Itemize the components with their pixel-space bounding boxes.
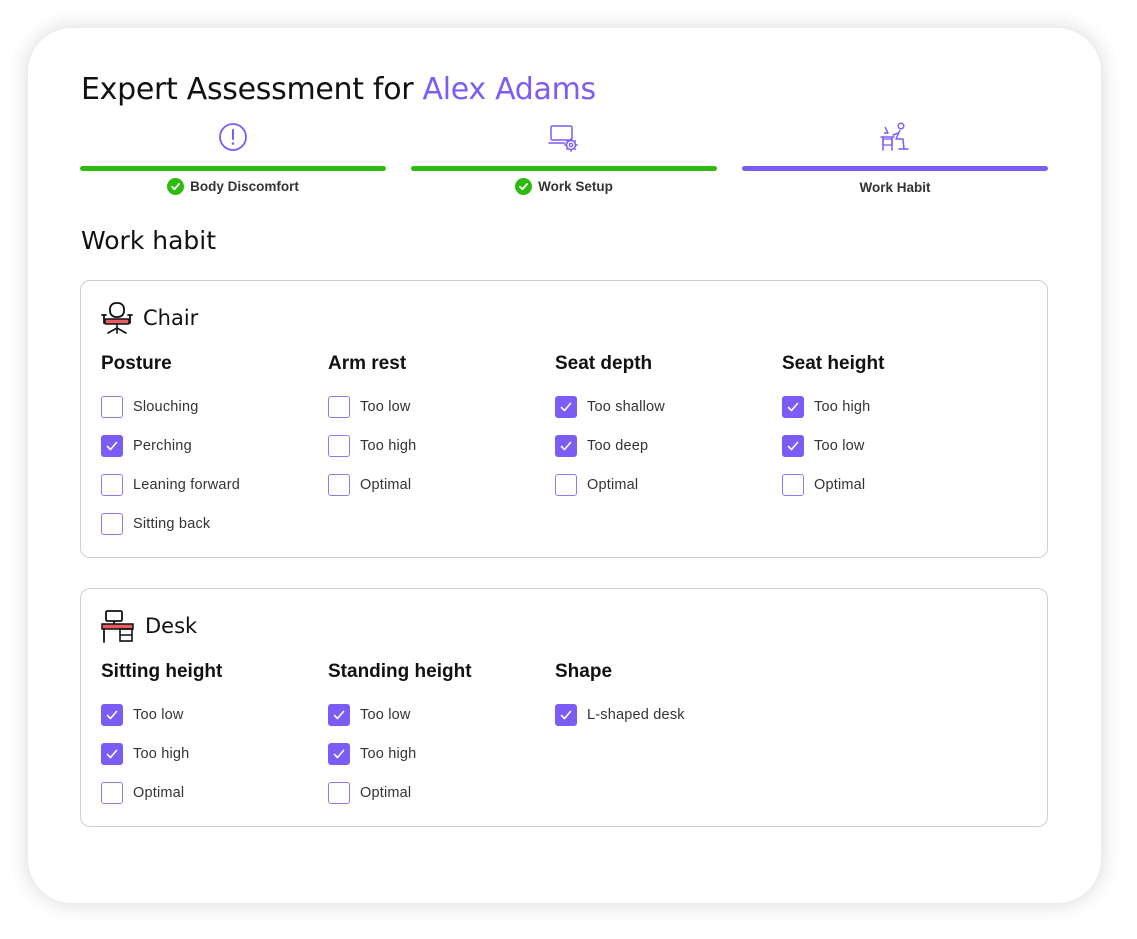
group-title: Arm rest (328, 353, 407, 374)
option-label: Slouching (133, 399, 199, 415)
checkbox[interactable] (101, 474, 123, 496)
checkbox[interactable] (555, 474, 577, 496)
option-sitting-back[interactable]: Sitting back (101, 512, 321, 536)
option-label: Optimal (814, 477, 866, 493)
chair-panel: Chair Posture Slouching Perching Leaning… (80, 280, 1048, 558)
checkbox[interactable] (328, 704, 350, 726)
option-too-deep[interactable]: Too deep (555, 434, 775, 458)
option-label: Too deep (587, 438, 649, 454)
checkbox[interactable] (328, 396, 350, 418)
group-title: Seat depth (555, 353, 653, 374)
checkbox[interactable] (555, 704, 577, 726)
checkbox[interactable] (328, 782, 350, 804)
check-circle-icon (515, 178, 533, 195)
option-label: Optimal (133, 785, 185, 801)
option-optimal[interactable]: Optimal (555, 473, 775, 497)
checkbox[interactable] (328, 743, 350, 765)
checkbox[interactable] (101, 782, 123, 804)
arm-rest-group: Arm rest Too low Too high Optimal (328, 353, 548, 512)
checkbox[interactable] (101, 396, 123, 418)
option-label: L-shaped desk (587, 707, 685, 723)
client-name: Alex Adams (422, 72, 597, 107)
option-l-shaped-desk[interactable]: L-shaped desk (555, 703, 775, 727)
step-work-setup[interactable]: Work Setup (411, 118, 717, 200)
option-label: Too low (360, 399, 411, 415)
step-label: Work Habit (859, 180, 931, 195)
option-label: Leaning forward (133, 477, 240, 493)
option-label: Sitting back (133, 516, 211, 532)
seat-height-group: Seat height Too high Too low Optimal (782, 353, 1002, 512)
option-too-high[interactable]: Too high (328, 742, 548, 766)
option-optimal[interactable]: Optimal (328, 473, 548, 497)
section-title: Work habit (81, 226, 217, 255)
desk-panel: Desk Sitting height Too low Too high Opt… (80, 588, 1048, 827)
option-label: Too shallow (587, 399, 665, 415)
checkbox[interactable] (101, 743, 123, 765)
option-label: Too low (133, 707, 184, 723)
desk-icon (101, 610, 134, 643)
option-too-low[interactable]: Too low (328, 703, 548, 727)
checkbox[interactable] (782, 396, 804, 418)
option-optimal[interactable]: Optimal (328, 781, 548, 805)
group-title: Posture (101, 353, 172, 374)
option-label: Too low (360, 707, 411, 723)
group-title: Shape (555, 661, 613, 682)
option-label: Too high (814, 399, 871, 415)
option-too-high[interactable]: Too high (782, 395, 1002, 419)
alert-circle-icon (219, 123, 247, 151)
office-chair-icon (101, 302, 133, 334)
checkbox[interactable] (555, 435, 577, 457)
page-title: Expert Assessment for Alex Adams (81, 72, 596, 107)
group-title: Sitting height (101, 661, 223, 682)
option-too-low[interactable]: Too low (328, 395, 548, 419)
option-label: Optimal (360, 785, 412, 801)
person-at-desk-icon (880, 122, 909, 151)
checkbox[interactable] (782, 435, 804, 457)
step-progress-bar (742, 166, 1048, 171)
option-label: Perching (133, 438, 192, 454)
standing-height-group: Standing height Too low Too high Optimal (328, 661, 548, 820)
option-leaning-forward[interactable]: Leaning forward (101, 473, 321, 497)
option-label: Too high (133, 746, 190, 762)
step-body-discomfort[interactable]: Body Discomfort (80, 118, 386, 200)
option-optimal[interactable]: Optimal (782, 473, 1002, 497)
option-slouching[interactable]: Slouching (101, 395, 321, 419)
option-label: Too high (360, 438, 417, 454)
group-title: Seat height (782, 353, 885, 374)
option-label: Too high (360, 746, 417, 762)
title-prefix: Expert Assessment for (81, 72, 423, 107)
checkbox[interactable] (101, 435, 123, 457)
option-too-high[interactable]: Too high (101, 742, 321, 766)
checkbox[interactable] (328, 474, 350, 496)
step-work-habit[interactable]: Work Habit (742, 118, 1048, 200)
panel-title: Chair (143, 306, 199, 330)
step-label: Work Setup (538, 179, 613, 194)
option-label: Optimal (360, 477, 412, 493)
option-optimal[interactable]: Optimal (101, 781, 321, 805)
check-circle-icon (167, 178, 185, 195)
checkbox[interactable] (555, 396, 577, 418)
option-perching[interactable]: Perching (101, 434, 321, 458)
checkbox[interactable] (328, 435, 350, 457)
option-label: Optimal (587, 477, 639, 493)
group-title: Standing height (328, 661, 472, 682)
option-label: Too low (814, 438, 865, 454)
shape-group: Shape L-shaped desk (555, 661, 775, 742)
checkbox[interactable] (101, 513, 123, 535)
posture-group: Posture Slouching Perching Leaning forwa… (101, 353, 321, 551)
step-label: Body Discomfort (190, 179, 299, 194)
checkbox[interactable] (782, 474, 804, 496)
option-too-low[interactable]: Too low (101, 703, 321, 727)
step-progress-bar (411, 166, 717, 171)
sitting-height-group: Sitting height Too low Too high Optimal (101, 661, 321, 820)
seat-depth-group: Seat depth Too shallow Too deep Optimal (555, 353, 775, 512)
laptop-settings-icon (548, 125, 578, 152)
option-too-shallow[interactable]: Too shallow (555, 395, 775, 419)
checkbox[interactable] (101, 704, 123, 726)
panel-title: Desk (145, 614, 198, 638)
option-too-low[interactable]: Too low (782, 434, 1002, 458)
step-progress-bar (80, 166, 386, 171)
option-too-high[interactable]: Too high (328, 434, 548, 458)
